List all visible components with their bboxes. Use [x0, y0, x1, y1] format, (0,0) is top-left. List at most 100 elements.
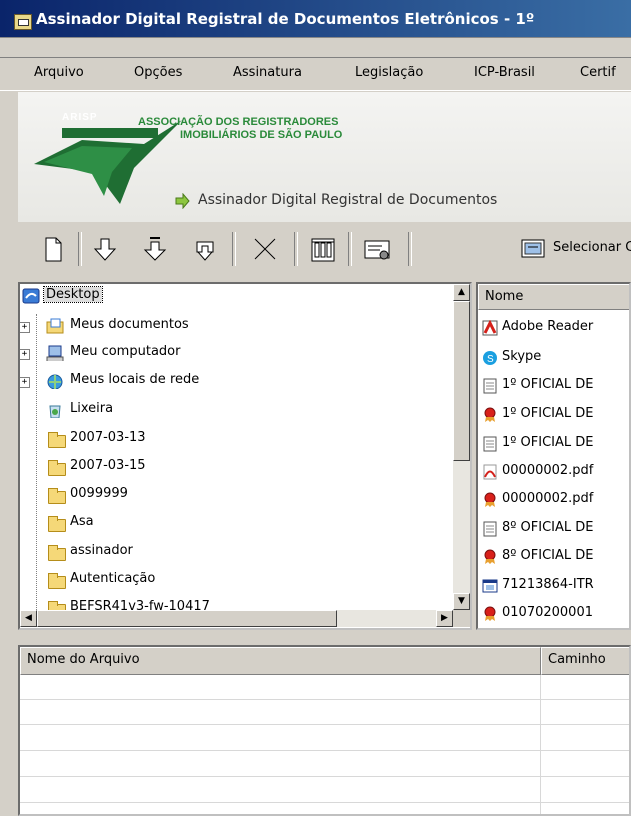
folder-tree[interactable]: Desktop + Meus documentos + Meu computad… — [18, 282, 472, 630]
folder-icon — [48, 432, 66, 448]
file-item-label: 00000002.pdf — [502, 491, 594, 506]
text-file-icon — [483, 521, 497, 537]
documents-icon — [46, 318, 64, 334]
scroll-right-icon[interactable]: ▶ — [436, 610, 453, 627]
scroll-down-icon[interactable]: ▼ — [453, 593, 470, 610]
certificate-file-icon — [484, 492, 496, 507]
table-row — [20, 699, 629, 700]
tree-item-folder[interactable]: Autenticação — [20, 568, 440, 594]
tree-item-label: Desktop — [43, 286, 103, 303]
tree-item-folder[interactable]: 2007-03-15 — [20, 455, 440, 481]
tree-item-meus-locais-de-rede[interactable]: + Meus locais de rede — [20, 369, 440, 395]
properties-icon[interactable] — [308, 234, 338, 264]
file-item-label: 01070200001 — [502, 605, 593, 620]
svg-text:S: S — [487, 354, 494, 365]
folder-icon — [48, 488, 66, 504]
tree-item-desktop[interactable]: Desktop — [20, 284, 440, 310]
tree-horizontal-scrollbar[interactable]: ◀ ▶ — [20, 610, 453, 627]
tree-item-label: Meu computador — [70, 344, 181, 359]
folder-icon — [48, 460, 66, 476]
select-certificate-button[interactable]: Selecionar C — [553, 240, 631, 255]
file-item-label: 71213864-ITR — [502, 577, 594, 592]
logo-text: ARISP — [62, 112, 98, 123]
menu-opcoes[interactable]: Opções — [134, 65, 182, 80]
menu-legislacao[interactable]: Legislação — [355, 65, 423, 80]
certificate-file-icon — [484, 606, 496, 621]
scrollbar-thumb[interactable] — [453, 301, 470, 461]
new-icon[interactable] — [38, 234, 68, 264]
window-title: Assinador Digital Registral de Documento… — [36, 10, 535, 28]
tree-vertical-scrollbar[interactable]: ▲ ▼ — [453, 284, 470, 610]
tree-item-label: 2007-03-15 — [70, 458, 146, 473]
tree-item-label: Meus locais de rede — [70, 372, 200, 387]
tree-item-folder[interactable]: 0099999 — [20, 483, 440, 509]
adobe-reader-icon — [482, 320, 498, 336]
network-icon — [47, 374, 63, 389]
menu-bar: Arquivo Opções Assinatura Legislação ICP… — [0, 57, 631, 91]
toolbar: Selecionar C — [18, 226, 631, 272]
table-row — [20, 724, 629, 725]
column-header-nome-do-arquivo[interactable]: Nome do Arquivo — [20, 647, 541, 675]
banner: ARISP ASSOCIAÇÃO DOS REGISTRADORES IMOBI… — [18, 92, 631, 222]
select-certificate-icon[interactable] — [520, 236, 546, 262]
toolbar-separator — [232, 232, 236, 266]
certificate-file-icon — [484, 407, 496, 422]
tree-item-label: 2007-03-13 — [70, 430, 146, 445]
tree-item-lixeira[interactable]: Lixeira — [20, 398, 440, 424]
file-list[interactable]: Nome Adobe Reader S Skype 1º OFICIAL DE … — [476, 282, 631, 630]
tree-item-folder[interactable]: Asa — [20, 511, 440, 537]
column-header-nome[interactable]: Nome — [478, 284, 629, 310]
folder-icon — [48, 516, 66, 532]
menu-certificados[interactable]: Certif — [580, 65, 616, 80]
banner-subtitle: Assinador Digital Registral de Documento… — [198, 192, 498, 208]
computer-icon — [46, 345, 64, 361]
cut-icon[interactable] — [250, 234, 280, 264]
expand-icon[interactable]: + — [20, 377, 30, 388]
table-row — [20, 802, 629, 803]
tree-item-meus-documentos[interactable]: + Meus documentos — [20, 314, 440, 340]
expand-icon[interactable]: + — [20, 349, 30, 360]
menu-icp-brasil[interactable]: ICP-Brasil — [474, 65, 535, 80]
menu-arquivo[interactable]: Arquivo — [34, 65, 84, 80]
toolbar-separator — [294, 232, 298, 266]
tree-item-meu-computador[interactable]: + Meu computador — [20, 341, 440, 367]
toolbar-separator — [408, 232, 412, 266]
menu-assinatura[interactable]: Assinatura — [233, 65, 302, 80]
app-file-icon — [482, 579, 498, 593]
download-icon[interactable] — [190, 234, 220, 264]
expand-icon[interactable]: + — [20, 322, 30, 333]
app-icon[interactable] — [14, 14, 32, 30]
splitter[interactable] — [18, 632, 631, 642]
folder-icon — [48, 573, 66, 589]
scroll-up-icon[interactable]: ▲ — [453, 284, 470, 301]
arrow-right-icon — [175, 193, 190, 209]
tree-item-folder[interactable]: 2007-03-13 — [20, 427, 440, 453]
file-item-label: Skype — [502, 349, 542, 364]
text-file-icon — [483, 436, 497, 452]
file-item-label: 1º OFICIAL DE — [502, 435, 594, 450]
skype-icon: S — [483, 351, 497, 365]
recycle-bin-icon — [49, 405, 61, 418]
tree-item-folder[interactable]: assinador — [20, 540, 440, 566]
column-header-caminho[interactable]: Caminho — [541, 647, 629, 675]
org-line-2: IMOBILIÁRIOS DE SÃO PAULO — [180, 129, 343, 141]
down-arrow-bar-icon[interactable] — [140, 234, 170, 264]
file-item-label: 8º OFICIAL DE — [502, 548, 594, 563]
file-item-label: 1º OFICIAL DE — [502, 406, 594, 421]
signed-files-table[interactable]: Nome do Arquivo Caminho — [18, 645, 631, 816]
column-divider — [540, 675, 541, 814]
certificate-icon[interactable] — [362, 234, 392, 264]
file-item-label: Adobe Reader — [502, 319, 594, 334]
tree-item-label: Asa — [70, 514, 94, 529]
scrollbar-thumb[interactable] — [37, 610, 337, 627]
title-bar[interactable]: Assinador Digital Registral de Documento… — [0, 0, 631, 38]
table-row — [20, 776, 629, 777]
tree-item-label: assinador — [70, 543, 133, 558]
toolbar-separator — [348, 232, 352, 266]
toolbar-separator — [78, 232, 82, 266]
org-line-1: ASSOCIAÇÃO DOS REGISTRADORES — [138, 116, 339, 128]
file-item-label: 8º OFICIAL DE — [502, 520, 594, 535]
down-arrow-icon[interactable] — [90, 234, 120, 264]
tree-item-label: Meus documentos — [70, 317, 189, 332]
scroll-left-icon[interactable]: ◀ — [20, 610, 37, 627]
